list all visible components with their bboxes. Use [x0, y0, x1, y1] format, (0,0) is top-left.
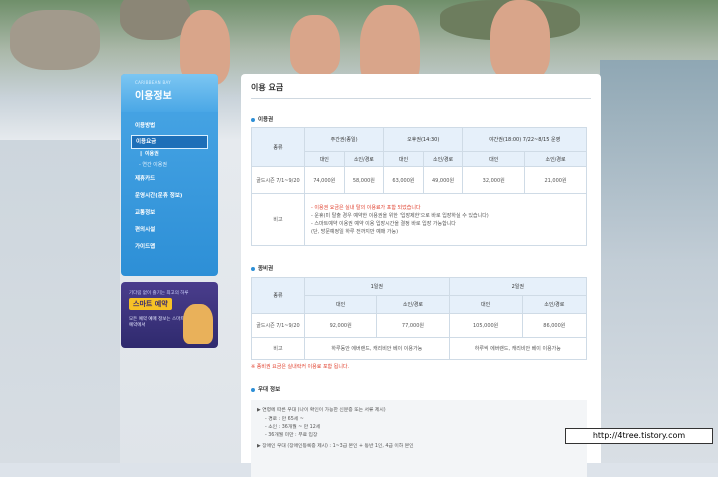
price-cell: 21,000원 [524, 166, 587, 194]
sidebar-header: CARIBBEAN BAY 이용정보 [121, 74, 218, 112]
sidebar-item-transport[interactable]: 교통정보 [121, 205, 218, 222]
combo-price-table: 종류 1일권 2일권 대인 소인/경로 대인 소인/경로 골드시즌 7/1~9/… [251, 277, 588, 360]
info-line: - 36개월 미만 : 무료 입장 [265, 433, 318, 438]
sidebar-nav: CARIBBEAN BAY 이용정보 이용방법 이용요금 ❙ 이용권 - 연간 … [121, 74, 218, 276]
price-cell: 74,000원 [304, 166, 345, 194]
sidebar-item-cards[interactable]: 제휴카드 [121, 171, 218, 188]
title-divider [251, 98, 591, 99]
sidebar-subitem-ticket-label: 이용권 [144, 151, 159, 157]
bullet-icon [251, 117, 255, 122]
promo-badge: 스마트 예약 [129, 298, 172, 310]
table-subheader-child: 소인/경로 [343, 151, 385, 167]
mascot-image [183, 304, 213, 344]
combo-footnote: ※ 종비권 요금은 실내락커 이용료 포함 됩니다. [251, 364, 350, 370]
table-subheader-adult: 대인 [383, 151, 424, 167]
note-line: (단, 방문예정일 하루 전까지만 예매 가능) [311, 228, 399, 235]
sidebar-subitem-ticket[interactable]: ❙ 이용권 [121, 149, 218, 160]
background-water-right [600, 60, 718, 463]
table-subheader-child: 소인/경로 [521, 295, 588, 314]
section-heading-discount-label: 우대 정보 [258, 387, 281, 393]
price-cell: 92,000원 [303, 313, 378, 338]
table-row-note: 비고 - 이용권 요금은 실내 탈의 이용료가 포함 되었습니다 - 운휴(미 … [251, 193, 587, 246]
background-water-left [0, 140, 120, 463]
price-cell: 49,000원 [422, 166, 464, 194]
bullet-icon [251, 387, 255, 392]
content-card: 이용 요금 이용권 종류 주간권(종일) 오후권(14:30) 야간권(18:0… [241, 74, 601, 477]
price-cell: 32,000원 [462, 166, 526, 194]
table-header-1day: 1일권 [304, 277, 450, 296]
table-header-night: 야간권(18:00) 7/22~8/15 운영 [462, 127, 587, 152]
section-heading-combo: 종비권 [251, 264, 273, 272]
table-subheader-child: 소인/경로 [422, 151, 464, 167]
info-line: - 소인 : 36개월 ~ 만 12세 [265, 425, 321, 430]
row-label: 골드시즌 7/1~9/20 [251, 313, 305, 338]
price-cell: 77,000원 [376, 313, 450, 338]
table-subheader-adult: 대인 [304, 151, 345, 167]
table-row: 골드시즌 7/1~9/20 74,000원 58,000원 63,000원 49… [251, 166, 587, 194]
table-row: 골드시즌 7/1~9/20 92,000원 77,000원 105,000원 8… [251, 313, 588, 338]
sidebar-eyebrow: CARIBBEAN BAY [135, 80, 172, 85]
note-label: 비고 [251, 193, 305, 246]
price-cell: 86,000원 [521, 313, 588, 338]
sidebar-item-facilities[interactable]: 편의시설 [121, 222, 218, 239]
table-header-day: 주간권(종일) [303, 127, 385, 152]
sidebar-item-fees[interactable]: 이용요금 [131, 135, 208, 149]
table-subheader-child: 소인/경로 [524, 151, 587, 167]
sidebar-subitem-annual[interactable]: - 연간 이용권 [121, 160, 218, 171]
promo-tagline: 기다림 없이 즐기는 최고의 하루 [129, 291, 189, 296]
sidebar-item-usage[interactable]: 이용방법 [121, 118, 218, 135]
table-subheader-child: 소인/경로 [376, 295, 450, 314]
table-subheader-adult: 대인 [448, 295, 523, 314]
section-heading-ticket-label: 이용권 [258, 117, 274, 123]
row-label: 골드시즌 7/1~9/20 [251, 166, 305, 194]
table-header-2day: 2일권 [448, 277, 588, 296]
table-subheader-adult: 대인 [462, 151, 526, 167]
price-cell: 58,000원 [343, 166, 385, 194]
section-heading-discount: 우대 정보 [251, 385, 280, 393]
table-subheader-adult: 대인 [303, 295, 378, 314]
bullet-icon [251, 266, 255, 271]
note-line: - 스마트예약 이용권 예약 이용 입장시간을 결정 바로 입장 가능합니다 [311, 220, 456, 227]
smart-reservation-banner[interactable]: 기다림 없이 즐기는 최고의 하루 스마트 예약 모든 예약 예매 정보는 스마… [121, 282, 218, 348]
section-heading-ticket: 이용권 [251, 115, 273, 123]
info-line: ▶ 연령에 따른 우대 (나이 확인이 가능한 신분증 또는 서류 제시) [257, 408, 386, 413]
price-cell: 63,000원 [383, 166, 424, 194]
note-line: - 이용권 요금은 실내 탈의 이용료가 포함 되었습니다 [311, 204, 421, 211]
table-row-note: 비고 하루동안 에버랜드, 캐리비안 베이 이용가능 하루씩 에버랜드, 캐리비… [251, 337, 588, 360]
note-label: 비고 [251, 337, 305, 360]
table-header-afternoon: 오후권(14:30) [383, 127, 464, 152]
note-line: - 운휴(미 탈출 경우 예약한 이용권을 위한 '입장제한'으로 바로 입장하… [311, 212, 489, 219]
info-line: ▶ 장애인 우대 (장애인등록증 제시) : 1~3급 본인 + 동반 1인, … [257, 444, 414, 449]
price-cell: 105,000원 [448, 313, 523, 338]
promo-description: 모든 예약 예매 정보는 스마트예약에서 [129, 317, 185, 328]
sidebar-item-guidemap[interactable]: 가이드맵 [121, 239, 218, 256]
info-line: - 경로 : 만 65세 ~ [265, 417, 304, 422]
table-header-type: 종류 [251, 277, 305, 314]
note-cell: 하루씩 에버랜드, 캐리비안 베이 이용가능 [448, 337, 588, 360]
discount-info-box: ▶ 연령에 따른 우대 (나이 확인이 가능한 신분증 또는 서류 제시) - … [251, 400, 587, 477]
page-title: 이용 요금 [251, 83, 284, 92]
note-cell: 하루동안 에버랜드, 캐리비안 베이 이용가능 [304, 337, 450, 360]
ticket-price-table: 종류 주간권(종일) 오후권(14:30) 야간권(18:00) 7/22~8/… [251, 127, 587, 246]
table-header-type: 종류 [251, 127, 305, 167]
sidebar-item-hours[interactable]: 운영시간(운휴 정보) [121, 188, 218, 205]
sidebar-title: 이용정보 [135, 91, 172, 102]
watermark: http://4tree.tistory.com [565, 428, 713, 444]
note-cell: - 이용권 요금은 실내 탈의 이용료가 포함 되었습니다 - 운휴(미 탈출 … [304, 193, 587, 246]
section-heading-combo-label: 종비권 [258, 266, 274, 272]
